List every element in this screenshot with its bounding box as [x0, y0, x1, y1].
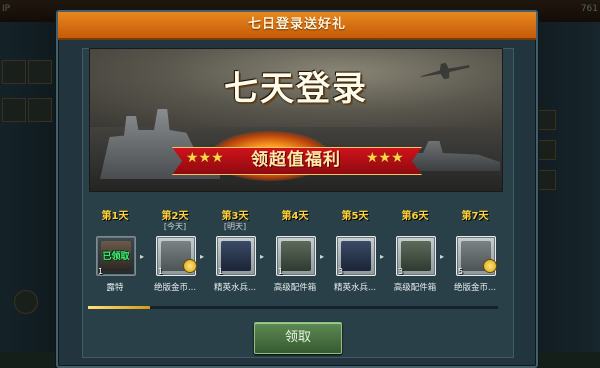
- day-label: 第4天: [281, 211, 309, 222]
- reward-card-day5[interactable]: 3: [336, 236, 376, 276]
- claim-button[interactable]: 领取: [254, 322, 342, 354]
- elite-sailor-icon: [341, 241, 371, 271]
- elite-sailor-icon: [221, 241, 251, 271]
- stars-right-icon: ★★★: [366, 150, 404, 166]
- banner-headline: 七天登录: [224, 69, 368, 109]
- reward-qty: 1: [98, 267, 104, 276]
- reward-name: 绝版金币...: [153, 283, 197, 293]
- parts-box-icon: [401, 241, 431, 271]
- reward-qty: 5: [458, 267, 464, 276]
- chevron-right-icon: ▸: [200, 252, 205, 261]
- dialog-title: 七日登录送好礼: [247, 17, 346, 32]
- chevron-right-icon: ▸: [260, 252, 265, 261]
- reward-name: 露特: [106, 283, 124, 293]
- reward-name: 精英水兵...: [333, 283, 377, 293]
- reward-qty: 3: [338, 267, 344, 276]
- tomorrow-tag: [明天]: [223, 222, 247, 231]
- reward-qty: 3: [398, 267, 404, 276]
- day-label: 第2天: [161, 211, 189, 222]
- gold-coin-icon: [183, 259, 197, 273]
- reward-name: 高级配件箱: [393, 283, 437, 293]
- gold-coin-icon: [483, 259, 497, 273]
- reward-qty: 1: [278, 267, 284, 276]
- chevron-right-icon: ▸: [140, 252, 145, 261]
- day-label: 第1天: [101, 211, 129, 222]
- reward-name: 高级配件箱: [273, 283, 317, 293]
- dialog-title-bar: 七日登录送好礼: [58, 12, 536, 40]
- reward-qty: 1: [218, 267, 224, 276]
- day-label: 第3天: [221, 211, 249, 222]
- parts-box-icon: [281, 241, 311, 271]
- login-progress-fill: [88, 306, 150, 309]
- login-progress-bar: [88, 306, 498, 309]
- day-label: 第6天: [401, 211, 429, 222]
- claimed-status: 已领取: [102, 252, 130, 262]
- reward-name: 精英水兵...: [213, 283, 257, 293]
- reward-card-day3[interactable]: 1: [216, 236, 256, 276]
- reward-card-day1[interactable]: 已领取 1: [96, 236, 136, 276]
- stars-left-icon: ★★★: [186, 150, 224, 166]
- chevron-right-icon: ▸: [320, 252, 325, 261]
- reward-qty: 1: [158, 267, 164, 276]
- day-label: 第5天: [341, 211, 369, 222]
- reward-card-day4[interactable]: 1: [276, 236, 316, 276]
- reward-name: 绝版金币...: [453, 283, 497, 293]
- promo-banner: 七天登录 领超值福利 ★★★ ★★★: [89, 48, 503, 192]
- chevron-right-icon: ▸: [440, 252, 445, 261]
- reward-card-day2[interactable]: 1: [156, 236, 197, 276]
- today-tag: [今天]: [163, 222, 187, 231]
- reward-card-day6[interactable]: 3: [396, 236, 436, 276]
- chevron-right-icon: ▸: [380, 252, 385, 261]
- reward-card-day7[interactable]: 5: [456, 236, 497, 276]
- day-label: 第7天: [461, 211, 489, 222]
